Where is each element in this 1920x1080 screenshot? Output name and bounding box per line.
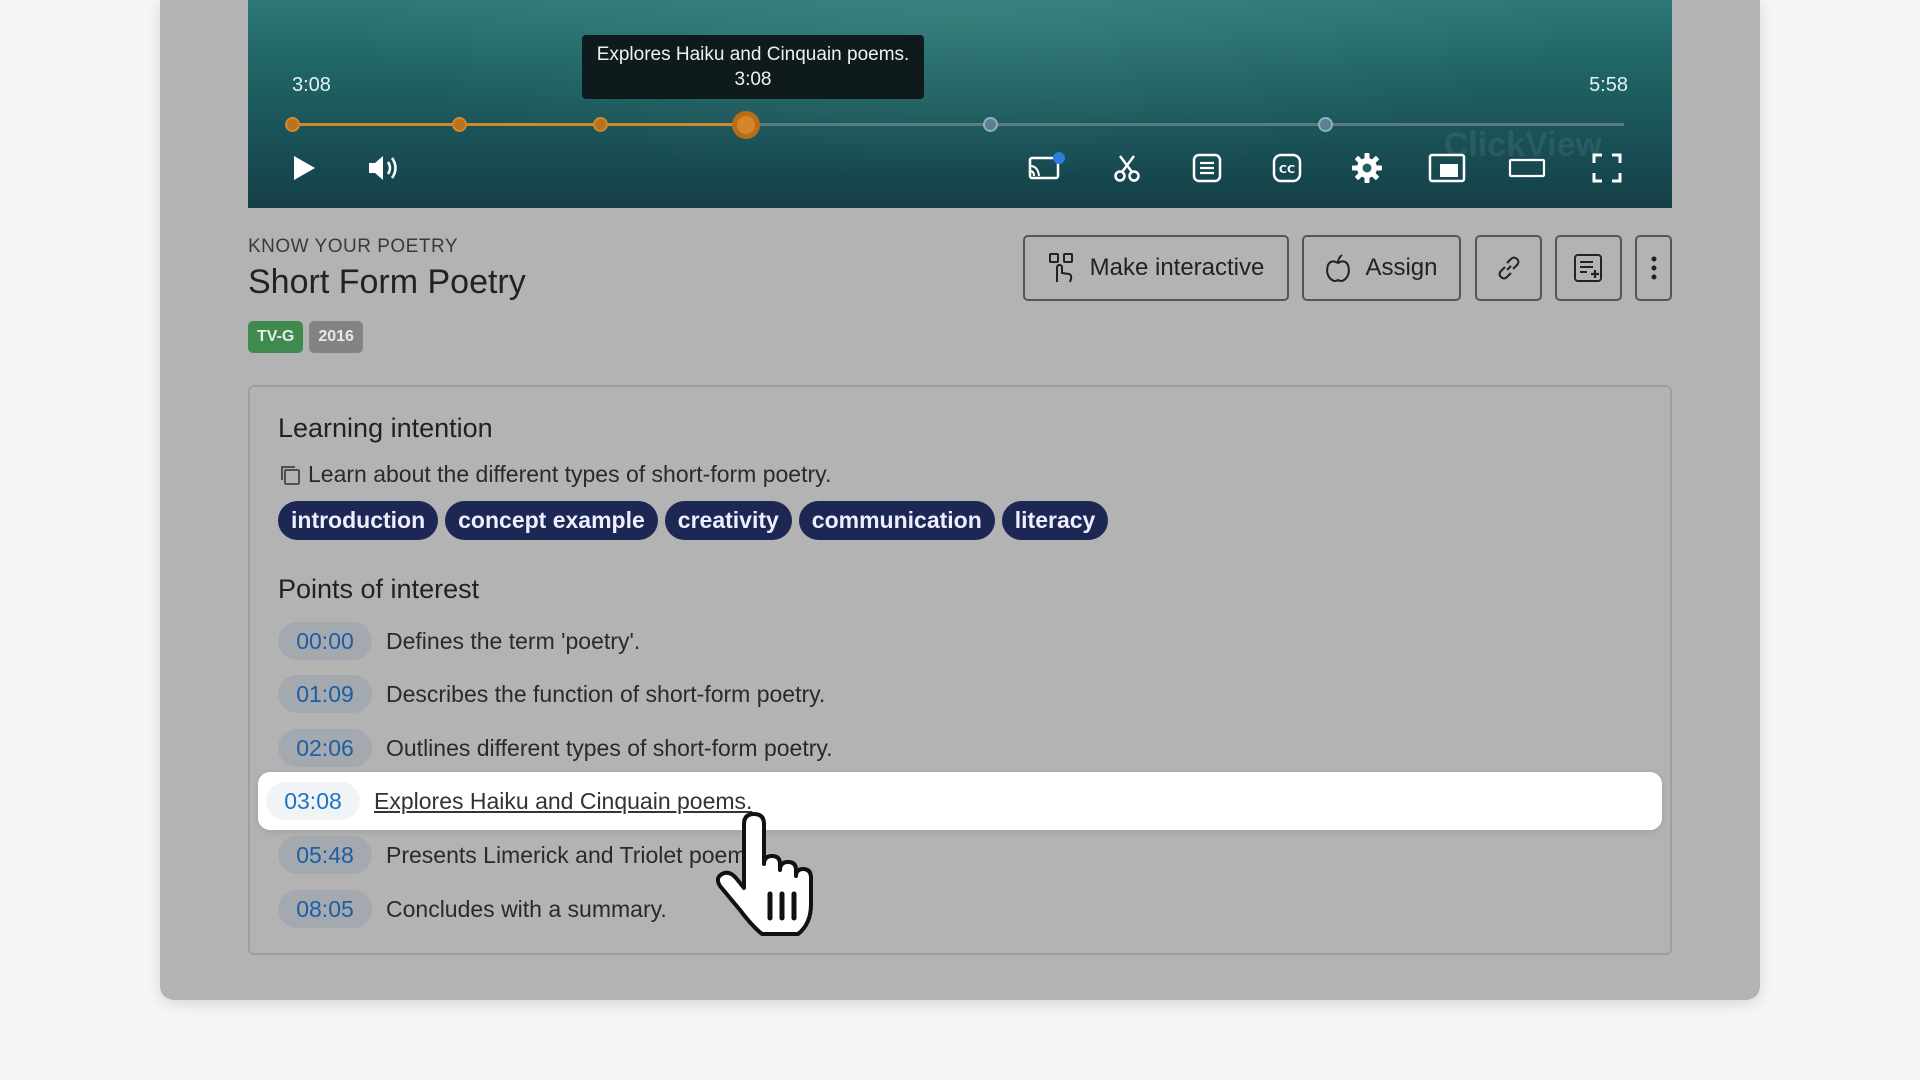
chapter-marker[interactable] [592, 117, 608, 132]
tooltip-text: Explores Haiku and Cinquain poems. [596, 44, 910, 65]
chapter-marker[interactable] [982, 117, 998, 132]
assign-label: Assign [1365, 254, 1438, 281]
picture-in-picture-icon [1428, 153, 1466, 183]
poi-item[interactable]: 00:00 Defines the term 'poetry'. [278, 621, 640, 661]
svg-text:CC: CC [1279, 163, 1295, 176]
seek-tooltip: Explores Haiku and Cinquain poems. 3:08 [582, 35, 924, 99]
rating-badge: TV-G [248, 321, 304, 353]
video-player[interactable]: ClickView 3:08 5:58 Explores Haiku and C… [248, 0, 1672, 208]
poi-timestamp[interactable]: 02:06 [278, 729, 372, 767]
more-options-button[interactable] [1635, 235, 1672, 301]
video-info-panel: Learning intention Learn about the diffe… [248, 385, 1672, 955]
poi-timestamp[interactable]: 01:09 [278, 675, 372, 713]
add-to-playlist-button[interactable] [1555, 235, 1622, 301]
poi-timestamp[interactable]: 08:05 [278, 890, 372, 928]
link-icon [1498, 256, 1519, 280]
more-vertical-icon [1651, 256, 1656, 280]
seek-bar[interactable] [285, 111, 1624, 139]
settings-gear-icon [1352, 153, 1382, 183]
seek-bar-progress [292, 123, 746, 126]
hand-pointer-cursor-icon [715, 812, 813, 936]
clip-button[interactable] [1107, 150, 1147, 186]
transcript-button[interactable] [1187, 150, 1227, 186]
tag-creativity[interactable]: creativity [664, 501, 792, 540]
pip-button[interactable] [1427, 150, 1467, 186]
transcript-icon [1192, 153, 1222, 183]
poi-description[interactable]: Defines the term 'poetry'. [386, 628, 640, 655]
fullscreen-button[interactable] [1587, 150, 1627, 186]
play-button[interactable] [284, 150, 324, 186]
interactive-touch-icon [1048, 253, 1073, 283]
cast-button[interactable] [1027, 150, 1067, 186]
tag-communication[interactable]: communication [798, 501, 995, 540]
make-interactive-label: Make interactive [1089, 254, 1265, 281]
volume-icon [369, 156, 397, 180]
poi-timestamp[interactable]: 03:08 [266, 782, 360, 820]
seek-thumb[interactable] [731, 111, 760, 139]
learning-intention-text: Learn about the different types of short… [278, 461, 831, 488]
copy-icon[interactable] [278, 463, 302, 487]
poi-item[interactable]: 08:05 Concludes with a summary. [278, 889, 667, 929]
cast-icon [1028, 152, 1065, 180]
chapter-marker[interactable] [1317, 117, 1333, 132]
theater-mode-button[interactable] [1507, 150, 1547, 186]
clip-scissors-icon [1114, 155, 1140, 182]
settings-button[interactable] [1347, 150, 1387, 186]
poi-timestamp[interactable]: 05:48 [278, 836, 372, 874]
fullscreen-icon [1592, 153, 1622, 183]
chapter-marker[interactable] [285, 117, 300, 132]
chapter-marker[interactable] [452, 117, 468, 132]
closed-captions-icon: CC [1272, 153, 1302, 183]
tooltip-time: 3:08 [734, 69, 772, 90]
video-badges: TV-G 2016 [248, 321, 363, 353]
theater-mode-icon [1508, 158, 1546, 178]
poi-description[interactable]: Presents Limerick and Triolet poems. [386, 842, 764, 869]
video-title: Short Form Poetry [248, 263, 526, 301]
tag-introduction[interactable]: introduction [278, 501, 439, 540]
copy-link-button[interactable] [1475, 235, 1542, 301]
year-badge: 2016 [309, 321, 363, 353]
play-icon [294, 156, 315, 180]
poi-item[interactable]: 02:06 Outlines different types of short-… [278, 728, 833, 768]
playlist-add-icon [1573, 254, 1602, 282]
points-of-interest-heading: Points of interest [278, 574, 480, 604]
poi-item-highlighted[interactable]: 03:08 Explores Haiku and Cinquain poems. [258, 772, 1662, 830]
volume-button[interactable] [364, 150, 404, 186]
learning-intention-heading: Learning intention [278, 413, 493, 443]
tag-concept-example[interactable]: concept example [445, 501, 658, 540]
make-interactive-button[interactable]: Make interactive [1023, 235, 1289, 301]
tag-list: introduction concept example creativity … [278, 501, 1109, 540]
apple-icon [1326, 254, 1351, 282]
poi-description[interactable]: Describes the function of short-form poe… [386, 681, 825, 708]
poi-item[interactable]: 05:48 Presents Limerick and Triolet poem… [278, 835, 764, 875]
series-name: KNOW YOUR POETRY [248, 236, 458, 257]
poi-item[interactable]: 01:09 Describes the function of short-fo… [278, 674, 825, 714]
assign-button[interactable]: Assign [1302, 235, 1461, 301]
learning-intention-sentence: Learn about the different types of short… [308, 461, 832, 487]
duration-time: 5:58 [1589, 74, 1628, 96]
current-time: 3:08 [292, 74, 331, 96]
captions-button[interactable]: CC [1267, 150, 1307, 186]
poi-timestamp[interactable]: 00:00 [278, 622, 372, 660]
poi-description[interactable]: Concludes with a summary. [386, 896, 667, 923]
poi-description-link[interactable]: Explores Haiku and Cinquain poems. [374, 788, 752, 815]
poi-description[interactable]: Outlines different types of short-form p… [386, 735, 833, 762]
tag-literacy[interactable]: literacy [1001, 501, 1109, 540]
